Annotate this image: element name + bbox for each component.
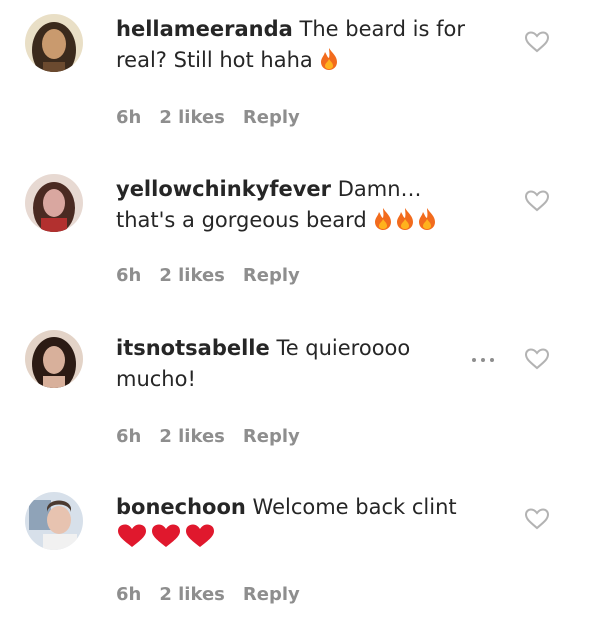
avatar[interactable] <box>25 174 83 232</box>
fire-emoji <box>395 207 415 240</box>
more-options-icon[interactable] <box>472 352 504 368</box>
comment-timestamp[interactable]: 6h <box>116 265 141 286</box>
comment-timestamp[interactable]: 6h <box>116 584 141 605</box>
comment-username[interactable]: itsnotsabelle <box>116 336 270 360</box>
comment-timestamp[interactable]: 6h <box>116 426 141 447</box>
fire-emoji <box>319 47 339 80</box>
like-heart-icon[interactable] <box>524 347 550 371</box>
comment-list: hellameeranda The beard is for real? Sti… <box>0 0 600 634</box>
fire-emoji <box>417 207 437 240</box>
comment-likes[interactable]: 2 likes <box>159 265 225 286</box>
reply-button[interactable]: Reply <box>243 265 300 286</box>
fire-emoji <box>373 207 393 240</box>
comment-text: bonechoon Welcome back clint <box>116 492 486 558</box>
comment-timestamp[interactable]: 6h <box>116 107 141 128</box>
avatar[interactable] <box>25 492 83 550</box>
red-heart-emoji <box>116 523 148 558</box>
reply-button[interactable]: Reply <box>243 426 300 447</box>
avatar[interactable] <box>25 14 83 72</box>
avatar[interactable] <box>25 330 83 388</box>
comment-username[interactable]: yellowchinkyfever <box>116 177 331 201</box>
red-heart-emoji <box>150 523 182 558</box>
like-heart-icon[interactable] <box>524 30 550 54</box>
comment-username[interactable]: bonechoon <box>116 495 246 519</box>
like-heart-icon[interactable] <box>524 189 550 213</box>
like-heart-icon[interactable] <box>524 507 550 531</box>
reply-button[interactable]: Reply <box>243 107 300 128</box>
comment-text: yellowchinkyfever Damn… that's a gorgeou… <box>116 174 486 240</box>
comment-text: itsnotsabelle Te quieroooo mucho! <box>116 333 486 395</box>
comment-username[interactable]: hellameeranda <box>116 17 293 41</box>
comment-likes[interactable]: 2 likes <box>159 107 225 128</box>
comment-likes[interactable]: 2 likes <box>159 584 225 605</box>
red-heart-emoji <box>184 523 216 558</box>
comment-text: hellameeranda The beard is for real? Sti… <box>116 14 486 80</box>
comment-likes[interactable]: 2 likes <box>159 426 225 447</box>
reply-button[interactable]: Reply <box>243 584 300 605</box>
comment-message: Welcome back clint <box>252 495 457 519</box>
